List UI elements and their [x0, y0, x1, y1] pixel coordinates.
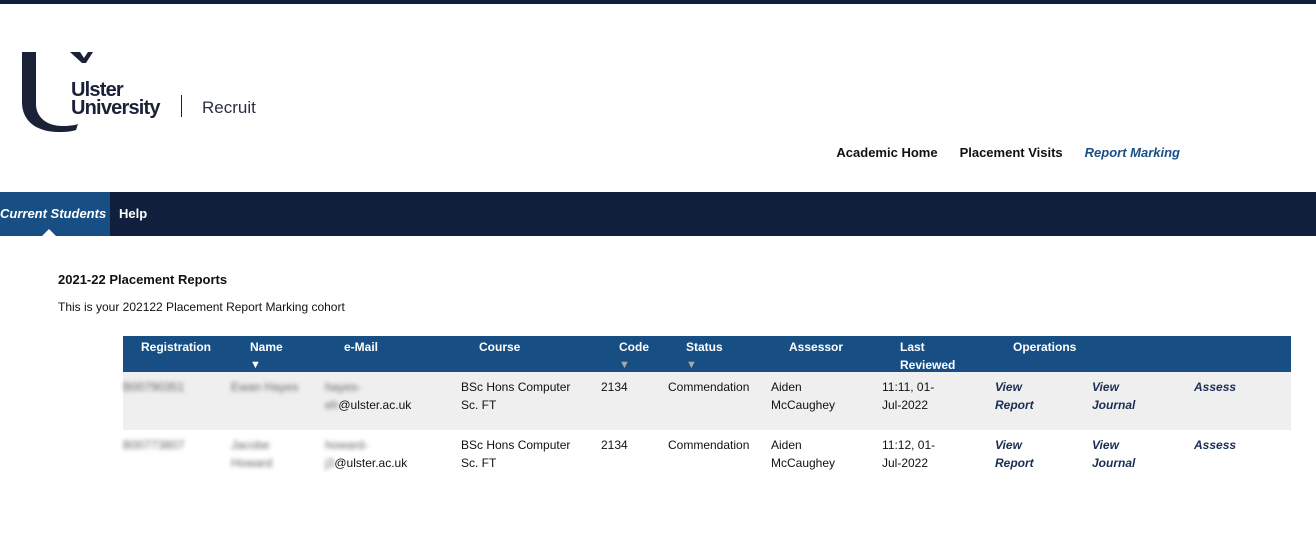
- table-row: B00790351 Ewan Hayes hayes- eh@ulster.ac…: [123, 372, 1291, 430]
- ulster-university-logo[interactable]: Ulster University Recruit: [20, 50, 280, 134]
- cell-status: Commendation: [668, 380, 750, 394]
- nav-academic-home[interactable]: Academic Home: [836, 145, 937, 160]
- nav-placement-visits[interactable]: Placement Visits: [960, 145, 1063, 160]
- tab-current-students-label: Current Students: [0, 206, 107, 221]
- sort-arrow-icon[interactable]: ▼: [686, 358, 723, 372]
- cell-code: 2134: [601, 438, 628, 452]
- cell-assessor: Aiden McCaughey: [771, 438, 836, 470]
- tab-help[interactable]: Help: [119, 192, 147, 236]
- cell-email[interactable]: hayes- eh@ulster.ac.uk: [325, 378, 411, 414]
- sort-arrow-icon[interactable]: ▼: [619, 358, 649, 372]
- page-subtitle: This is your 202122 Placement Report Mar…: [58, 300, 345, 314]
- header-name[interactable]: Name ▼: [250, 338, 283, 372]
- cell-code: 2134: [601, 380, 628, 394]
- cell-registration: B00790351: [123, 380, 185, 394]
- cell-registration: B00773807: [123, 438, 185, 452]
- header-code[interactable]: Code ▼: [619, 338, 649, 372]
- top-strip: [0, 0, 1316, 4]
- table-header-row: Registration Name ▼ e-Mail Course Code ▼…: [123, 336, 1291, 372]
- header-operations: Operations: [1013, 340, 1077, 354]
- placement-reports-table: Registration Name ▼ e-Mail Course Code ▼…: [123, 336, 1291, 488]
- cell-course: BSc Hons Computer Sc. FT: [461, 438, 571, 470]
- section-navbar: Current Students Help: [0, 192, 1316, 236]
- tab-help-label: Help: [119, 206, 148, 221]
- cell-assessor: Aiden McCaughey: [771, 380, 836, 412]
- cell-course: BSc Hons Computer Sc. FT: [461, 380, 571, 412]
- cell-name: Ewan Hayes: [231, 380, 299, 394]
- nav-report-marking[interactable]: Report Marking: [1085, 145, 1180, 160]
- header-status[interactable]: Status ▼: [686, 338, 723, 372]
- logo-divider: [181, 95, 182, 117]
- cell-status: Commendation: [668, 438, 750, 452]
- app-name: Recruit: [202, 98, 256, 117]
- sort-arrow-icon[interactable]: ▼: [250, 358, 283, 372]
- table-row: B00773807 Jacobe Howard howard- j3@ulster…: [123, 430, 1291, 488]
- view-journal-link[interactable]: View Journal: [1092, 436, 1135, 472]
- cell-email[interactable]: howard- j3@ulster.ac.uk: [325, 436, 407, 472]
- cell-name: Jacobe Howard: [231, 438, 273, 470]
- view-report-link[interactable]: View Report: [995, 378, 1034, 414]
- view-report-link[interactable]: View Report: [995, 436, 1034, 472]
- header-course[interactable]: Course: [479, 338, 520, 356]
- header-assessor[interactable]: Assessor: [789, 338, 843, 356]
- page-title: 2021-22 Placement Reports: [58, 272, 228, 287]
- header-last-reviewed[interactable]: Last Reviewed: [900, 338, 955, 374]
- cell-last-reviewed: 11:11, 01- Jul-2022: [882, 380, 935, 412]
- logo-word-university: University: [71, 97, 161, 119]
- view-journal-link[interactable]: View Journal: [1092, 378, 1135, 414]
- assess-link[interactable]: Assess: [1194, 436, 1236, 454]
- assess-link[interactable]: Assess: [1194, 378, 1236, 396]
- cell-last-reviewed: 11:12, 01- Jul-2022: [882, 438, 936, 470]
- tab-current-students[interactable]: Current Students: [0, 192, 110, 236]
- header-email[interactable]: e-Mail: [344, 338, 378, 356]
- top-navigation: Academic Home Placement Visits Report Ma…: [836, 145, 1180, 160]
- header-registration[interactable]: Registration: [141, 338, 211, 356]
